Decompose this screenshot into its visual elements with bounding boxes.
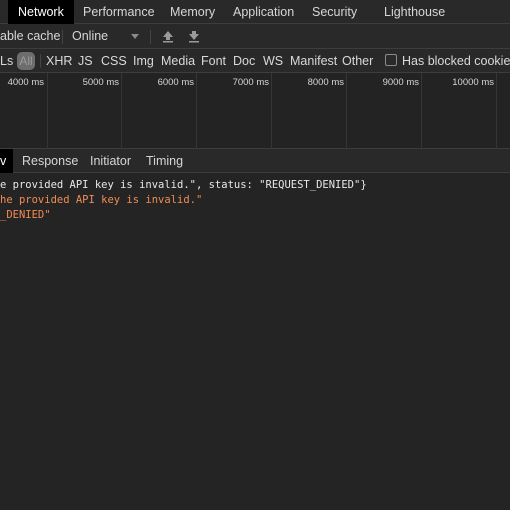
timeline-gridline	[271, 73, 272, 149]
filter-partial[interactable]: Ls	[0, 49, 13, 73]
timeline-gridline	[121, 73, 122, 149]
filter-img[interactable]: Img	[133, 49, 154, 73]
devtools-panel-tabs: Network Performance Memory Application S…	[0, 0, 510, 24]
timeline-gridline	[496, 73, 497, 149]
chevron-down-icon[interactable]	[131, 34, 139, 39]
filter-xhr[interactable]: XHR	[46, 49, 72, 73]
toolbar-divider	[150, 30, 151, 44]
filter-ws[interactable]: WS	[263, 49, 283, 73]
blocked-cookies-checkbox[interactable]	[385, 54, 397, 66]
timeline-overview[interactable]: 4000 ms 5000 ms 6000 ms 7000 ms 8000 ms …	[0, 73, 510, 149]
preview-line-error-message[interactable]: he provided API key is invalid."	[0, 193, 202, 207]
tab-lighthouse[interactable]: Lighthouse	[384, 0, 445, 24]
response-preview: e provided API key is invalid.", status:…	[0, 174, 510, 510]
timeline-tick-label: 9000 ms	[382, 77, 419, 88]
tab-timing[interactable]: Timing	[146, 149, 183, 173]
tab-security[interactable]: Security	[312, 0, 357, 24]
preview-line-summary[interactable]: e provided API key is invalid.", status:…	[0, 178, 367, 192]
tab-response[interactable]: Response	[22, 149, 78, 173]
filter-divider	[40, 54, 41, 68]
filter-all[interactable]: All	[17, 52, 35, 70]
timeline-gridline	[196, 73, 197, 149]
timeline-tick-label: 7000 ms	[232, 77, 269, 88]
timeline-gridline	[421, 73, 422, 149]
request-detail-tabs: v Response Initiator Timing	[0, 149, 510, 173]
blocked-cookies-label[interactable]: Has blocked cookies	[402, 49, 510, 73]
network-toolbar: able cache Online	[0, 24, 510, 49]
tab-performance[interactable]: Performance	[83, 0, 155, 24]
upload-arrow-icon[interactable]	[162, 30, 174, 43]
tab-preview[interactable]: v	[0, 149, 13, 173]
filter-css[interactable]: CSS	[101, 49, 127, 73]
filter-manifest[interactable]: Manifest	[290, 49, 337, 73]
timeline-tick-label: 4000 ms	[7, 77, 44, 88]
timeline-tick-label: 10000 ms	[452, 77, 494, 88]
preview-line-status[interactable]: _DENIED"	[0, 208, 51, 222]
filter-font[interactable]: Font	[201, 49, 226, 73]
tab-network[interactable]: Network	[8, 0, 74, 24]
tab-initiator[interactable]: Initiator	[90, 149, 131, 173]
toolbar-divider	[62, 30, 63, 44]
timeline-tick-label: 5000 ms	[82, 77, 119, 88]
filter-other[interactable]: Other	[342, 49, 373, 73]
download-arrow-icon[interactable]	[188, 30, 200, 43]
timeline-tick-label: 8000 ms	[307, 77, 344, 88]
tab-memory[interactable]: Memory	[170, 0, 215, 24]
timeline-gridline	[346, 73, 347, 149]
resource-type-filter-bar: Ls All XHR JS CSS Img Media Font Doc WS …	[0, 49, 510, 73]
disable-cache-label[interactable]: able cache	[0, 24, 60, 49]
filter-media[interactable]: Media	[161, 49, 195, 73]
timeline-tick-label: 6000 ms	[157, 77, 194, 88]
throttling-select[interactable]: Online	[72, 24, 108, 49]
tab-application[interactable]: Application	[233, 0, 294, 24]
filter-js[interactable]: JS	[78, 49, 93, 73]
timeline-gridline	[47, 73, 48, 149]
filter-doc[interactable]: Doc	[233, 49, 255, 73]
